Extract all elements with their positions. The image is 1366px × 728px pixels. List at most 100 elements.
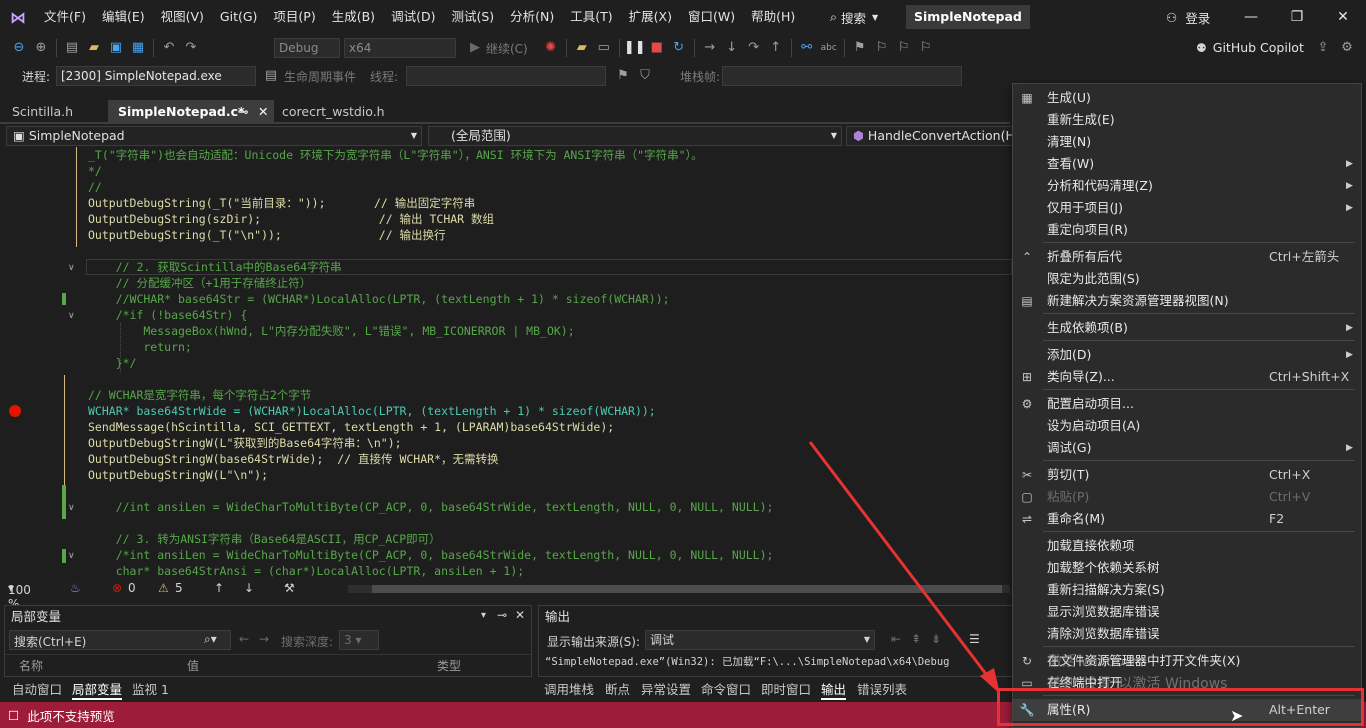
save-all-icon[interactable]: ▦: [127, 37, 149, 59]
thread-dropdown[interactable]: [406, 66, 606, 86]
share-icon[interactable]: ⇪: [1312, 37, 1334, 59]
next-bookmark-icon[interactable]: ⚐: [893, 37, 915, 59]
open-folder-icon[interactable]: ▰: [83, 37, 105, 59]
step-over-icon[interactable]: ↷: [743, 37, 765, 59]
error-count[interactable]: 0: [128, 581, 136, 595]
forward-icon[interactable]: ⊕: [30, 37, 52, 59]
diagnostics-icon[interactable]: ⚯: [796, 37, 818, 59]
prev-issue-icon[interactable]: ↑: [214, 581, 224, 595]
continue-button-label[interactable]: 继续(C): [486, 40, 528, 57]
menu-item[interactable]: 添加(D) ▶: [1013, 344, 1361, 366]
menu-item[interactable]: 视图(V): [153, 0, 212, 34]
bookmark-icon[interactable]: ⚑: [849, 37, 871, 59]
member-dropdown[interactable]: ⬢ HandleConvertAction(HW: [846, 126, 1027, 146]
menu-item[interactable]: 限定为此范围(S): [1013, 268, 1361, 290]
solution-config-dropdown[interactable]: Debug: [274, 38, 340, 58]
menu-item[interactable]: 设为启动项目(A): [1013, 415, 1361, 437]
menu-item[interactable]: 清除浏览数据库错误: [1013, 623, 1361, 645]
fold-chevron-icon[interactable]: ∨: [68, 263, 78, 273]
copilot-button[interactable]: ⚉ GitHub Copilot: [1196, 40, 1304, 55]
pin-icon[interactable]: ⊸: [238, 100, 248, 124]
process-dropdown[interactable]: [2300] SimpleNotepad.exe: [56, 66, 256, 86]
minimize-button[interactable]: —: [1228, 0, 1274, 34]
panel-options-icon[interactable]: ▾: [481, 610, 486, 621]
menu-item[interactable]: 清理(N): [1013, 131, 1361, 153]
clear-bookmarks-icon[interactable]: ⚐: [915, 37, 937, 59]
tab-corecrt-wstdio-h[interactable]: corecrt_wstdio.h: [272, 100, 395, 124]
fold-chevron-icon[interactable]: ∨: [68, 311, 78, 321]
settings-icon[interactable]: ⚙: [1336, 37, 1358, 59]
tab-simplenotepad-c[interactable]: SimpleNotepad.c* ⊸ ✕: [108, 100, 274, 124]
tab-watch-1[interactable]: 监视 1: [132, 679, 169, 698]
search-depth-dropdown[interactable]: 3 ▾: [339, 630, 379, 650]
col-value[interactable]: 值: [187, 657, 199, 674]
tab-autos[interactable]: 自动窗口: [12, 679, 62, 698]
editor-gutter[interactable]: [0, 147, 86, 579]
breakpoint-icon[interactable]: [9, 405, 21, 417]
menu-item[interactable]: Git(G): [212, 0, 266, 34]
menu-item[interactable]: 窗口(W): [680, 0, 743, 34]
menu-item[interactable]: 重新生成(E): [1013, 109, 1361, 131]
warning-count[interactable]: 5: [175, 581, 183, 595]
menu-item[interactable]: 生成依赖项(B) ▶: [1013, 317, 1361, 339]
col-name[interactable]: 名称: [19, 657, 43, 674]
hot-reload-icon[interactable]: ✺: [540, 37, 562, 59]
restore-button[interactable]: ❐: [1274, 0, 1320, 34]
menu-item[interactable]: ✂ 剪切(T) Ctrl+X: [1013, 464, 1361, 486]
pin-icon[interactable]: ⊸: [497, 608, 507, 622]
visual-studio-logo-icon[interactable]: ⋈: [10, 8, 32, 27]
zoom-dropdown[interactable]: 100 % ▾: [8, 581, 31, 611]
menu-item[interactable]: 帮助(H): [743, 0, 803, 34]
menu-item[interactable]: 重新扫描解决方案(S): [1013, 579, 1361, 601]
platform-dropdown[interactable]: x64: [344, 38, 456, 58]
menu-item[interactable]: ⊞ 类向导(Z)... Ctrl+Shift+X: [1013, 366, 1361, 388]
redo-icon[interactable]: ↷: [180, 37, 202, 59]
save-icon[interactable]: ▣: [105, 37, 127, 59]
fold-chevron-icon[interactable]: ∨: [68, 503, 78, 513]
menu-item[interactable]: ⌃ 折叠所有后代 Ctrl+左箭头: [1013, 246, 1361, 268]
menu-item[interactable]: ▦ 生成(U): [1013, 87, 1361, 109]
menu-item[interactable]: 编辑(E): [94, 0, 153, 34]
menu-item[interactable]: 分析(N): [502, 0, 562, 34]
warning-icon[interactable]: ⚠: [158, 581, 169, 595]
menu-item[interactable]: 调试(G) ▶: [1013, 437, 1361, 459]
back-icon[interactable]: ⊖: [8, 37, 30, 59]
browse-icon[interactable]: ▰: [571, 37, 593, 59]
menu-item[interactable]: ▤ 新建解决方案资源管理器视图(N): [1013, 290, 1361, 312]
menu-item[interactable]: 生成(B): [324, 0, 383, 34]
close-icon[interactable]: ✕: [515, 608, 525, 622]
scope-dropdown[interactable]: (全局范围) ▼: [428, 126, 842, 146]
step-into-icon[interactable]: ↓: [721, 37, 743, 59]
menu-item[interactable]: 重定向项目(R): [1013, 219, 1361, 241]
col-type[interactable]: 类型: [437, 657, 461, 674]
search-box[interactable]: ⌕ 搜索 ▼: [822, 6, 886, 28]
menu-item[interactable]: 分析和代码清理(Z) ▶: [1013, 175, 1361, 197]
stop-icon[interactable]: ■: [646, 37, 668, 59]
menu-item[interactable]: 查看(W) ▶: [1013, 153, 1361, 175]
tab-command-window[interactable]: 命令窗口: [701, 679, 751, 698]
back-arrow-icon[interactable]: ←: [239, 632, 249, 646]
pause-icon[interactable]: ❚❚: [624, 37, 646, 59]
menu-item[interactable]: 仅用于项目(J) ▶: [1013, 197, 1361, 219]
tab-scintilla-h[interactable]: Scintilla.h: [2, 100, 83, 124]
locals-search-input[interactable]: 搜索(Ctrl+E) ⌕▾: [9, 630, 231, 650]
menu-item[interactable]: ⇌ 重命名(M) F2: [1013, 508, 1361, 530]
menu-item[interactable]: 工具(T): [562, 0, 620, 34]
tab-locals[interactable]: 局部变量: [72, 679, 123, 700]
menu-item[interactable]: 加载直接依赖项: [1013, 535, 1361, 557]
menu-item[interactable]: 加载整个依赖关系树: [1013, 557, 1361, 579]
menu-item[interactable]: 调试(D): [383, 0, 443, 34]
step-out-icon[interactable]: ↑: [765, 37, 787, 59]
menu-item[interactable]: 扩展(X): [621, 0, 680, 34]
window-layout-icon[interactable]: ▭: [593, 37, 615, 59]
next-issue-icon[interactable]: ↓: [244, 581, 254, 595]
intellicode-icon[interactable]: ♨: [70, 581, 81, 595]
code-cleanup-icon[interactable]: ⚒: [284, 581, 295, 595]
project-dropdown[interactable]: ▣ SimpleNotepad ▼: [6, 126, 422, 146]
menu-item[interactable]: 测试(S): [443, 0, 502, 34]
menu-item[interactable]: ⚙ 配置启动项目...: [1013, 393, 1361, 415]
tab-breakpoints[interactable]: 断点: [605, 679, 630, 698]
restart-icon[interactable]: ↻: [668, 37, 690, 59]
tab-call-stack[interactable]: 调用堆栈: [544, 679, 594, 698]
fold-chevron-icon[interactable]: ∨: [68, 551, 78, 561]
